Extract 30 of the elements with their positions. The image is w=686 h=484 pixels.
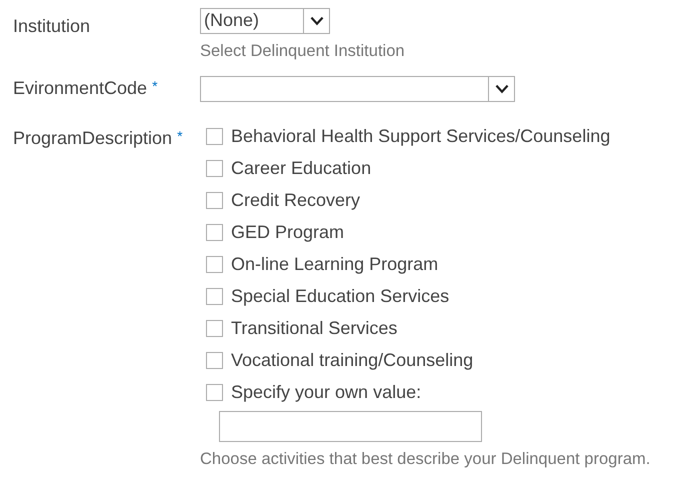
dropdown[interactable]: (None): [200, 8, 330, 34]
checkbox[interactable]: [206, 256, 223, 274]
checkbox[interactable]: [206, 384, 223, 402]
checkbox[interactable]: [206, 128, 223, 146]
required-mark: *: [152, 78, 158, 94]
field-label: ProgramDescription: [13, 128, 172, 148]
checkbox-label: Career Education: [231, 158, 372, 180]
checkbox-label: Credit Recovery: [231, 190, 360, 212]
checkbox-label: Behavioral Health Support Services/Counseling: [231, 126, 610, 148]
checkbox[interactable]: [206, 192, 223, 210]
checkbox[interactable]: [206, 224, 223, 242]
field-label: EvironmentCode: [13, 78, 148, 98]
hint-text: Select Delinquent Institution: [200, 42, 405, 62]
field-label: Institution: [13, 16, 90, 36]
checkbox-label: Special Education Services: [231, 286, 450, 308]
own-value-field[interactable]: [219, 410, 482, 442]
checkbox[interactable]: [206, 160, 223, 178]
checkbox[interactable]: [206, 288, 223, 306]
caret-icon: [494, 84, 508, 94]
hint-text: Choose activities that best describe your Delinquent program.: [200, 450, 650, 470]
caret-icon: [310, 16, 324, 26]
combo-field[interactable]: [200, 76, 515, 102]
checkbox-label: Transitional Services: [231, 318, 398, 340]
required-mark: *: [177, 128, 183, 144]
checkbox[interactable]: [206, 352, 223, 370]
checkbox[interactable]: [206, 320, 223, 338]
checkbox-label: GED Program: [231, 222, 344, 244]
checkbox-label: Vocational training/Counseling: [231, 350, 474, 372]
checkbox-label: Specify your own value:: [231, 382, 422, 404]
checkbox-label: On-line Learning Program: [231, 254, 438, 276]
